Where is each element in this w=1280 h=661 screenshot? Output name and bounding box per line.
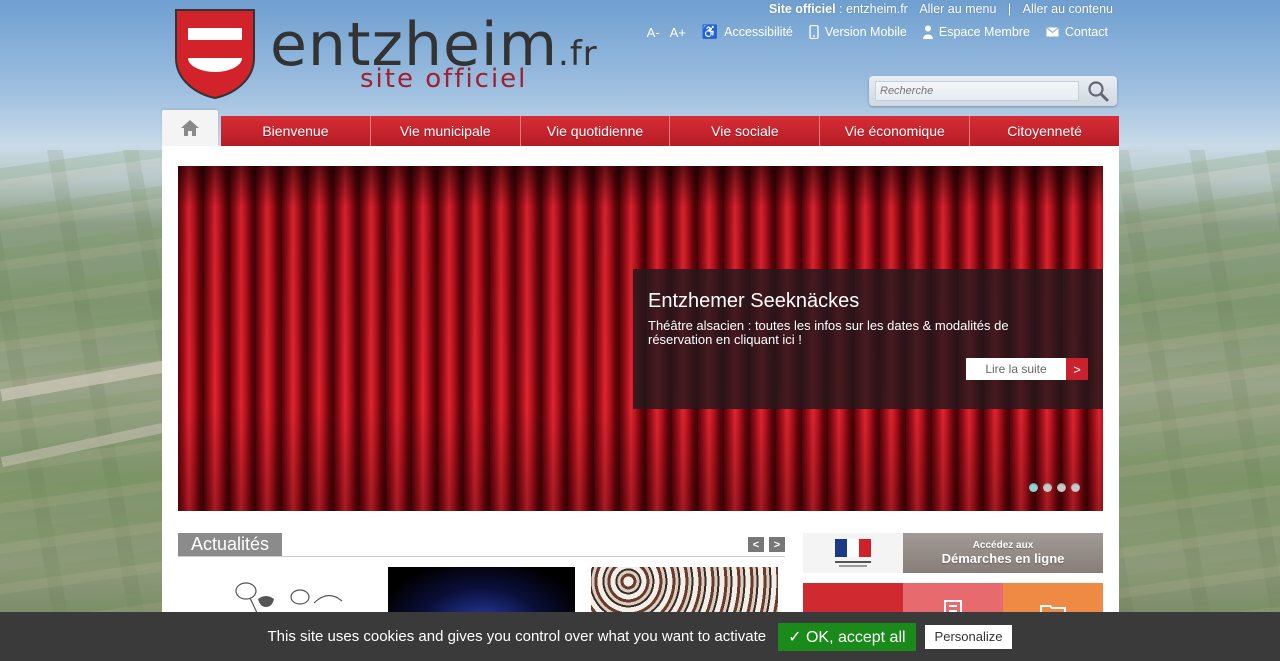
read-more-label: Lire la suite [966, 358, 1066, 380]
news-thumbnail[interactable] [388, 567, 575, 615]
nav-item-vie-sociale[interactable]: Vie sociale [669, 116, 820, 146]
read-more-arrow-icon: > [1066, 358, 1088, 380]
site-logo[interactable]: entzheim.fr site officiel [174, 8, 597, 103]
wheelchair-icon: ♿ [701, 24, 719, 39]
read-more-button[interactable]: Lire la suite > [966, 358, 1088, 380]
slider-dot[interactable] [1057, 483, 1066, 492]
nav-item-citoyennete[interactable]: Citoyenneté [969, 116, 1119, 146]
member-area-link[interactable]: Espace Membre [922, 25, 1030, 39]
personalize-cookies-button[interactable]: Personalize [924, 624, 1013, 649]
slide-title: Entzhemer Seeknäckes [648, 290, 860, 312]
republique-francaise-logo [803, 533, 903, 573]
site-value: : entzheim.fr [835, 2, 908, 16]
mobile-version-link[interactable]: Version Mobile [809, 25, 907, 39]
menu-bar: Bienvenue Vie municipale Vie quotidienne… [221, 116, 1119, 146]
accept-cookies-button[interactable]: ✓ OK, accept all [778, 622, 916, 651]
news-header: Actualités < > [178, 533, 785, 557]
skip-to-menu-link[interactable]: Aller au menu [919, 2, 996, 16]
home-icon [181, 120, 199, 136]
search-input[interactable] [875, 81, 1079, 101]
slide-text: Théâtre alsacien : toutes les infos sur … [648, 318, 1009, 347]
news-arrows: < > [748, 537, 785, 552]
news-thumbnail[interactable] [196, 567, 366, 616]
envelope-icon [1046, 27, 1059, 37]
news-title: Actualités [178, 533, 283, 556]
online-procedures-banner[interactable]: Accédez aux Démarches en ligne [803, 533, 1103, 573]
font-increase-button[interactable]: A+ [670, 25, 686, 40]
slider-dot[interactable] [1071, 483, 1080, 492]
slider-dot[interactable] [1029, 483, 1038, 492]
toolbar: A- A+ ♿ Accessibilité Version Mobile Espa… [647, 24, 1108, 40]
home-tab[interactable] [162, 110, 218, 146]
slide-caption: Entzhemer Seeknäckes Théâtre alsacien : … [633, 269, 1103, 409]
user-icon [922, 25, 933, 39]
slider-pagination [1029, 483, 1080, 492]
nav-item-vie-economique[interactable]: Vie économique [819, 116, 970, 146]
marianne-flag-icon [835, 539, 871, 567]
news-thumbnail[interactable] [591, 567, 778, 615]
cookie-banner: This site uses cookies and gives you con… [0, 612, 1280, 661]
news-next-button[interactable]: > [769, 537, 785, 552]
main-navigation: Bienvenue Vie municipale Vie quotidienne… [162, 110, 1119, 146]
site-label: Site officiel [768, 2, 836, 16]
separator: | [1007, 2, 1012, 16]
search-box [869, 76, 1117, 106]
news-prev-button[interactable]: < [748, 537, 764, 552]
nav-item-vie-quotidienne[interactable]: Vie quotidienne [519, 116, 670, 146]
accessibility-link[interactable]: ♿ Accessibilité [702, 24, 793, 40]
skip-to-content-link[interactable]: Aller au contenu [1023, 2, 1113, 16]
online-procedures-label: Accédez aux Démarches en ligne [903, 533, 1103, 573]
phone-icon [809, 25, 819, 39]
font-decrease-button[interactable]: A- [647, 25, 660, 40]
search-icon[interactable] [1085, 79, 1113, 103]
cookie-message: This site uses cookies and gives you con… [267, 628, 767, 645]
contact-link[interactable]: Contact [1046, 25, 1108, 39]
skip-links: Site officiel : entzheim.fr Aller au men… [769, 2, 1113, 16]
slider-dot[interactable] [1043, 483, 1052, 492]
logo-subtitle: site officiel [360, 64, 528, 94]
nav-item-vie-municipale[interactable]: Vie municipale [369, 116, 520, 146]
nav-item-bienvenue[interactable]: Bienvenue [221, 116, 370, 146]
coat-of-arms-icon [175, 9, 255, 100]
background-runway [0, 422, 165, 468]
theatre-sport-sketch-image [235, 582, 343, 616]
background-runway [0, 360, 165, 402]
